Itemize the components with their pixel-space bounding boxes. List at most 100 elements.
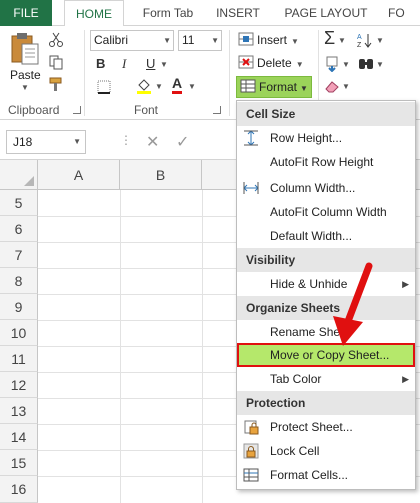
sort-filter-icon[interactable]: AZ	[356, 32, 372, 48]
chevron-down-icon: ▼	[163, 36, 171, 45]
column-header-a[interactable]: A	[38, 160, 120, 190]
row-header[interactable]: 6	[0, 216, 38, 242]
clipboard-launcher-icon[interactable]	[73, 106, 81, 114]
row-header[interactable]: 11	[0, 346, 38, 372]
menu-item-label: Default Width...	[270, 229, 353, 243]
format-label: Format	[259, 80, 298, 94]
delete-cells-icon	[238, 55, 254, 69]
menu-item-lock-cell[interactable]: Lock Cell	[237, 439, 415, 463]
tab-home[interactable]: HOME	[64, 0, 124, 27]
fill-icon[interactable]	[324, 56, 340, 72]
submenu-arrow-icon: ▶	[402, 279, 409, 289]
find-select-icon[interactable]	[358, 56, 374, 72]
font-launcher-icon[interactable]	[213, 106, 221, 114]
name-box[interactable]: J18 ▼	[6, 130, 86, 154]
font-color-button[interactable]: A	[172, 76, 183, 94]
menu-item-format-cells[interactable]: Format Cells...	[237, 463, 415, 487]
row-header[interactable]: 8	[0, 268, 38, 294]
find-dropdown-icon[interactable]: ▼	[376, 60, 384, 69]
font-group-label: Font	[134, 103, 159, 117]
menu-item-label: Format Cells...	[270, 468, 349, 482]
cancel-entry-icon[interactable]: ✕	[146, 132, 159, 152]
delete-label: Delete	[257, 56, 292, 70]
clear-icon[interactable]	[324, 78, 340, 94]
menu-item-label: Protect Sheet...	[270, 420, 353, 434]
svg-text:Z: Z	[357, 42, 362, 48]
paste-dropdown-icon[interactable]: ▼	[21, 83, 29, 92]
font-name-combo[interactable]: Calibri ▼	[90, 30, 174, 51]
row-header[interactable]: 5	[0, 190, 38, 216]
fill-color-dropdown-icon[interactable]: ▼	[155, 82, 163, 91]
menu-item-label: AutoFit Row Height	[270, 155, 374, 169]
format-painter-icon[interactable]	[48, 76, 64, 92]
ribbon-tab-bar: FILE HOME Form Tab INSERT PAGE LAYOUT FO	[0, 0, 420, 27]
paste-icon[interactable]	[10, 32, 40, 66]
chevron-down-icon: ▼	[211, 36, 219, 45]
select-all-corner[interactable]	[0, 160, 38, 190]
italic-button[interactable]: I	[122, 56, 126, 72]
delete-button[interactable]: Delete ▼	[238, 53, 304, 73]
row-header[interactable]: 10	[0, 320, 38, 346]
bold-button[interactable]: B	[96, 56, 105, 71]
cut-icon[interactable]	[48, 32, 64, 48]
menu-item-tab-color[interactable]: Tab Color ▶	[237, 367, 415, 391]
menu-item-autofit-row-height[interactable]: AutoFit Row Height	[237, 150, 415, 174]
row-header[interactable]: 14	[0, 424, 38, 450]
sort-dropdown-icon[interactable]: ▼	[376, 36, 384, 45]
format-button[interactable]: Format ▼	[236, 76, 312, 98]
protect-sheet-icon	[244, 420, 259, 435]
borders-icon[interactable]	[96, 79, 112, 95]
tab-form-tab[interactable]: Form Tab	[136, 0, 200, 26]
row-header[interactable]: 15	[0, 450, 38, 476]
font-color-dropdown-icon[interactable]: ▼	[188, 82, 196, 91]
formula-bar-grip-icon: ⋮	[120, 133, 132, 147]
chevron-down-icon: ▼	[73, 137, 81, 146]
tab-file[interactable]: FILE	[0, 0, 52, 26]
row-header[interactable]: 9	[0, 294, 38, 320]
tab-formulas[interactable]: FO	[388, 0, 420, 26]
autosum-icon[interactable]: Σ	[324, 28, 335, 49]
insert-label: Insert	[257, 33, 288, 47]
format-cells-icon	[243, 468, 259, 482]
enter-entry-icon[interactable]: ✓	[176, 132, 189, 152]
menu-item-label: Column Width...	[270, 181, 356, 195]
insert-button[interactable]: Insert ▼	[238, 30, 299, 50]
menu-item-autofit-column-width[interactable]: AutoFit Column Width	[237, 200, 415, 224]
fill-color-icon[interactable]	[136, 78, 152, 94]
underline-button[interactable]: U	[146, 56, 155, 71]
column-width-icon	[243, 182, 259, 194]
menu-item-protect-sheet[interactable]: Protect Sheet...	[237, 415, 415, 439]
name-box-value: J18	[13, 135, 33, 149]
annotation-arrow-icon	[333, 262, 373, 346]
submenu-arrow-icon: ▶	[402, 374, 409, 384]
row-header[interactable]: 13	[0, 398, 38, 424]
copy-icon[interactable]	[48, 54, 64, 70]
menu-item-label: Row Height...	[270, 131, 343, 145]
fill-dropdown-icon[interactable]: ▼	[342, 60, 350, 69]
clipboard-group-label: Clipboard	[8, 103, 60, 117]
insert-cells-icon	[238, 32, 254, 46]
row-header[interactable]: 12	[0, 372, 38, 398]
clear-dropdown-icon[interactable]: ▼	[342, 82, 350, 91]
format-cells-icon	[240, 79, 256, 93]
svg-text:A: A	[357, 34, 362, 41]
autosum-dropdown-icon[interactable]: ▼	[338, 36, 346, 45]
menu-item-row-height[interactable]: Row Height...	[237, 126, 415, 150]
menu-section-cell-size: Cell Size	[237, 102, 415, 126]
group-divider	[229, 30, 230, 116]
tab-page-layout[interactable]: PAGE LAYOUT	[278, 0, 374, 26]
tab-insert[interactable]: INSERT	[212, 0, 264, 26]
font-name-value: Calibri	[94, 33, 129, 47]
paste-button-label[interactable]: Paste	[10, 68, 41, 82]
menu-item-column-width[interactable]: Column Width...	[237, 176, 415, 200]
menu-item-label: Lock Cell	[270, 444, 320, 458]
font-size-value: 11	[182, 33, 195, 47]
row-height-icon	[244, 130, 258, 146]
column-header-b[interactable]: B	[120, 160, 202, 190]
menu-section-protection: Protection	[237, 391, 415, 415]
row-header[interactable]: 7	[0, 242, 38, 268]
font-size-combo[interactable]: 11 ▼	[178, 30, 222, 51]
row-header[interactable]: 16	[0, 476, 38, 503]
menu-item-default-width[interactable]: Default Width...	[237, 224, 415, 248]
underline-dropdown-icon[interactable]: ▼	[160, 60, 168, 69]
